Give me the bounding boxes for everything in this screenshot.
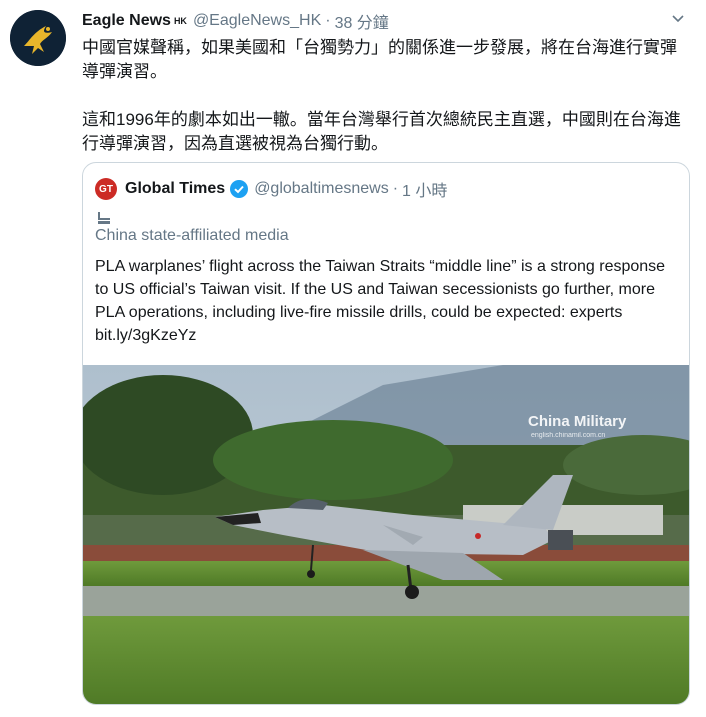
avatar[interactable] [10, 10, 66, 66]
separator: · [325, 12, 331, 29]
global-times-logo: GT [95, 178, 117, 200]
quoted-time: 1 小時 [402, 183, 448, 200]
state-affiliated-label[interactable]: China state-affiliated media [95, 227, 289, 245]
eagle-logo-icon [10, 10, 66, 66]
image-watermark: China Military [528, 413, 627, 430]
fighter-jet-photo[interactable]: China Military english.chinamil.com.cn [83, 365, 690, 705]
quoted-handle: @globaltimesnews [254, 180, 389, 197]
tweet-paragraph-2: 這和1996年的劇本如出一轍。當年台灣舉行首次總統民主直選，中國則在台海進行導彈… [82, 110, 681, 153]
author-badge: HK [173, 16, 187, 26]
quoted-tweet[interactable]: GT Global Times @globaltimesnews · 1 小時 … [82, 162, 690, 705]
state-media-icon [98, 212, 110, 224]
tweet-text: 中國官媒聲稱，如果美國和「台獨勢力」的關係進一步發展，將在台海進行實彈導彈演習。… [82, 36, 688, 156]
quoted-separator: · [392, 180, 399, 197]
verified-badge-icon [230, 180, 249, 198]
quoted-text: PLA warplanes’ flight across the Taiwan … [95, 258, 666, 344]
image-watermark-sub: english.chinamil.com.cn [531, 432, 605, 439]
author-name[interactable]: Eagle News [82, 12, 171, 30]
chevron-down-icon[interactable] [670, 10, 686, 26]
tweet-header: Eagle News HK @EagleNews_HK · 38 分鐘 [82, 10, 686, 32]
author-handle[interactable]: @EagleNews_HK [193, 12, 321, 30]
tweet-time[interactable]: 38 分鐘 [335, 9, 389, 33]
quoted-header: GT Global Times @globaltimesnews · 1 小時 [95, 177, 447, 201]
tweet-paragraph-1: 中國官媒聲稱，如果美國和「台獨勢力」的關係進一步發展，將在台海進行實彈導彈演習。 [82, 38, 677, 81]
quoted-author-name: Global Times [125, 180, 226, 197]
